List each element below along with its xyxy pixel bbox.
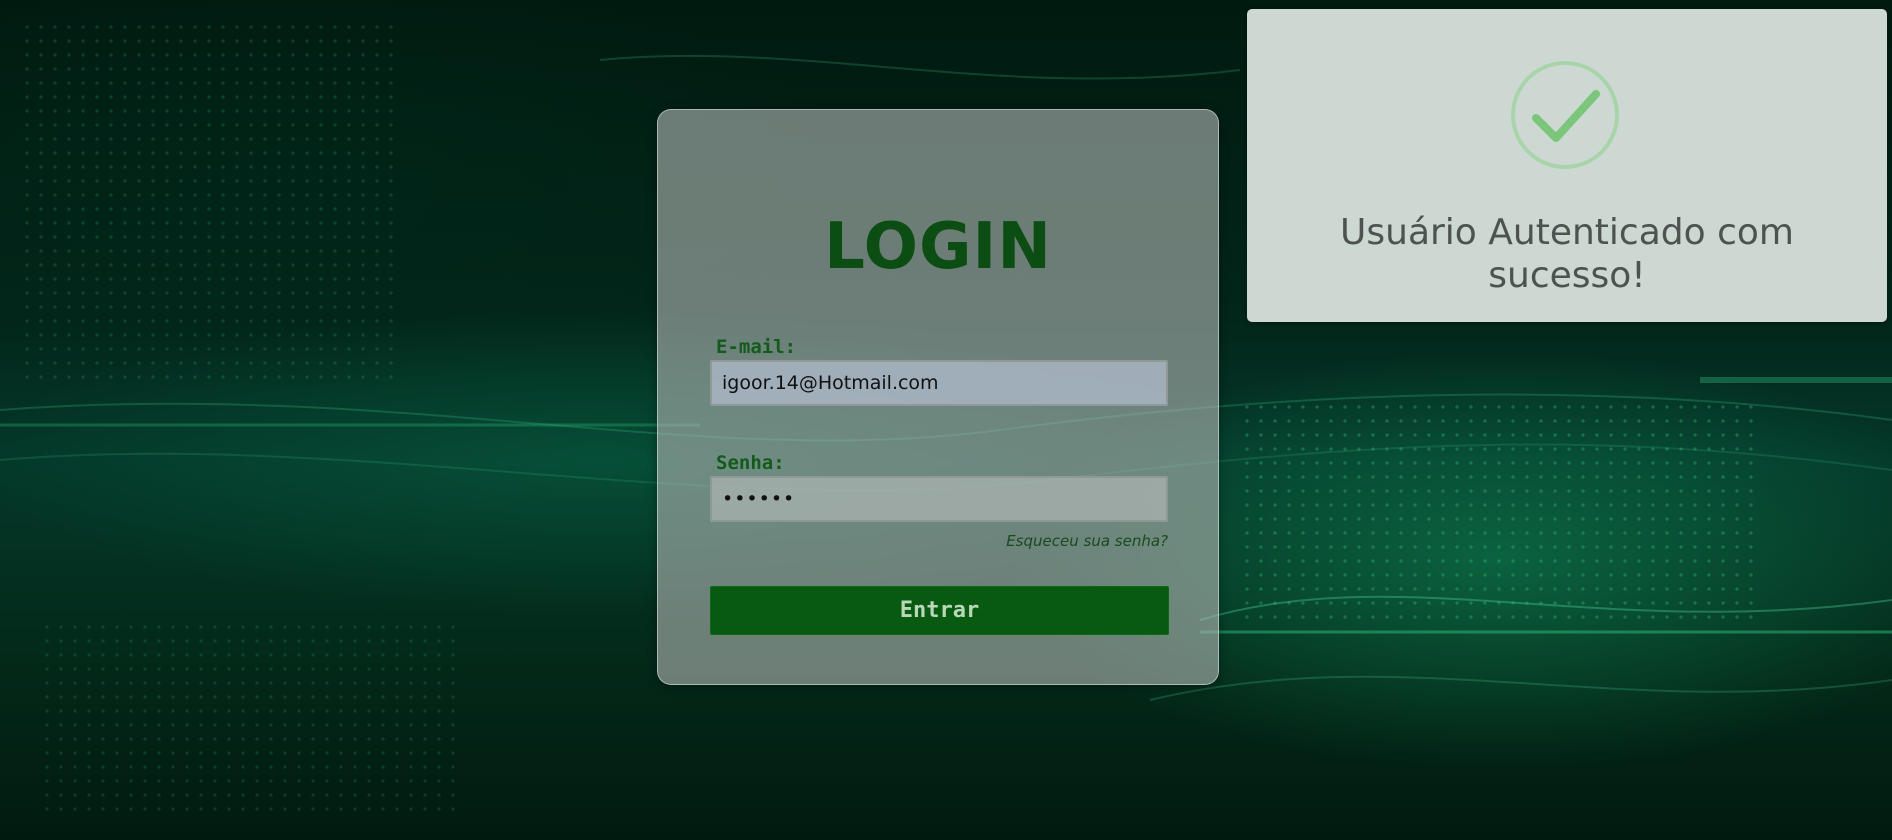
password-label: Senha: [716,452,785,474]
password-field[interactable]: •••••• [710,476,1168,522]
email-label: E-mail: [716,336,797,358]
toast-message: Usuário Autenticado com sucesso! [1340,212,1794,296]
password-value: •••••• [722,488,796,510]
email-field[interactable]: igoor.14@Hotmail.com [710,360,1168,406]
success-toast: Usuário Autenticado com sucesso! [1247,9,1887,322]
check-circle-icon [1511,61,1619,169]
email-value: igoor.14@Hotmail.com [722,372,939,394]
login-card: LOGIN E-mail: igoor.14@Hotmail.com Senha… [657,109,1219,685]
login-title: LOGIN [824,210,1052,284]
login-button[interactable]: Entrar [710,586,1169,635]
forgot-password-link[interactable]: Esqueceu sua senha? [1006,532,1168,550]
